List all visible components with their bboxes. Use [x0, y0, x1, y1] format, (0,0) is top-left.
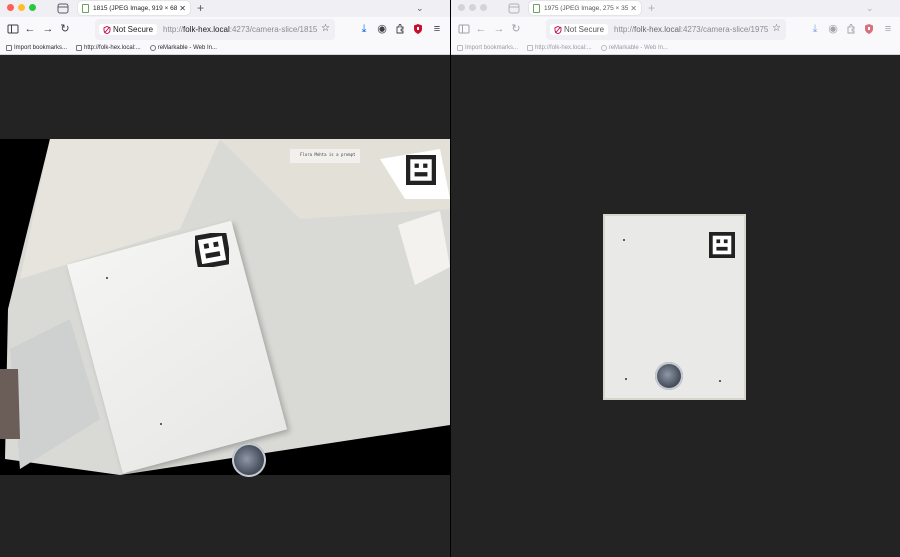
firefox-view-icon[interactable]	[508, 3, 520, 14]
not-secure-badge[interactable]: Not Secure	[99, 24, 158, 35]
minimize-window-button[interactable]	[18, 4, 25, 11]
bookmark-star-icon[interactable]: ☆	[772, 23, 781, 34]
sidebar-icon[interactable]	[7, 23, 19, 35]
chevron-down-icon[interactable]: ⌄	[416, 3, 424, 14]
broken-shield-icon	[554, 25, 562, 34]
bookmark-folk-hex[interactable]: http://folk-hex.local:...	[76, 45, 141, 51]
marker-dot	[106, 277, 108, 279]
note-text: Flora Mehta is a prompt	[300, 152, 356, 157]
image-file-icon	[82, 3, 89, 13]
image-viewport	[451, 55, 900, 557]
cup-object	[655, 362, 683, 390]
download-icon[interactable]: ⤓	[809, 23, 821, 35]
browser-window-1815: 1815 (JPEG Image, 919 × 686 p ✕ + ⌄ ← → …	[0, 0, 450, 557]
address-bar[interactable]: Not Secure http://folk-hex.local:4273/ca…	[546, 19, 786, 40]
close-window-button[interactable]	[7, 4, 14, 11]
bookmarks-toolbar: Import bookmarks... http://folk-hex.loca…	[451, 42, 900, 55]
forward-icon[interactable]: →	[493, 23, 505, 35]
apriltag-icon	[406, 155, 436, 185]
not-secure-badge[interactable]: Not Secure	[550, 24, 609, 35]
bookmark-import[interactable]: Import bookmarks...	[6, 45, 67, 51]
tab-title: 1975 (JPEG Image, 275 × 359 p	[544, 4, 629, 12]
marker-dot	[719, 380, 721, 382]
extensions-icon[interactable]	[845, 23, 857, 35]
account-icon[interactable]: ◉	[376, 23, 388, 35]
marker-dot	[160, 423, 162, 425]
navigation-toolbar: ← → ↻ Not Secure http://folk-hex.local:4…	[451, 17, 900, 42]
not-secure-label: Not Secure	[564, 25, 605, 34]
minimize-window-button[interactable]	[469, 4, 476, 11]
shield-icon[interactable]	[412, 23, 424, 35]
marker-dot	[623, 239, 625, 241]
import-icon	[6, 45, 12, 51]
bookmark-star-icon[interactable]: ☆	[321, 23, 330, 34]
close-tab-icon[interactable]: ✕	[179, 4, 186, 13]
globe-icon	[149, 45, 156, 51]
zoom-window-button[interactable]	[29, 4, 36, 11]
url-text: http://folk-hex.local:4273/camera-slice/…	[614, 25, 769, 34]
marker-dot	[625, 378, 627, 380]
chevron-down-icon[interactable]: ⌄	[866, 3, 874, 14]
zoom-window-button[interactable]	[480, 4, 487, 11]
tab-1975[interactable]: 1975 (JPEG Image, 275 × 359 p ✕	[529, 1, 641, 15]
bookmark-remarkable[interactable]: reMarkable - Web In...	[600, 45, 668, 51]
import-icon	[457, 45, 463, 51]
download-icon[interactable]: ⤓	[358, 23, 370, 35]
firefox-view-icon[interactable]	[57, 3, 69, 14]
browser-window-1975: 1975 (JPEG Image, 275 × 359 p ✕ + ⌄ ← → …	[451, 0, 900, 557]
window-controls	[458, 4, 487, 11]
tab-title: 1815 (JPEG Image, 919 × 686 p	[93, 4, 178, 12]
shield-icon[interactable]	[863, 23, 875, 35]
close-window-button[interactable]	[458, 4, 465, 11]
new-tab-icon[interactable]: +	[197, 1, 204, 15]
menu-icon[interactable]: ≡	[431, 23, 443, 35]
tab-1815[interactable]: 1815 (JPEG Image, 919 × 686 p ✕	[78, 1, 190, 15]
navigation-toolbar: ← → ↻ Not Secure http://folk-hex.local:4…	[0, 17, 450, 42]
bookmark-folk-hex[interactable]: http://folk-hex.local:...	[527, 45, 592, 51]
account-icon[interactable]: ◉	[827, 23, 839, 35]
tab-bar: 1975 (JPEG Image, 275 × 359 p ✕ + ⌄	[451, 0, 900, 17]
sidebar-icon[interactable]	[458, 23, 470, 35]
apriltag-icon	[195, 233, 229, 267]
menu-icon[interactable]: ≡	[882, 23, 894, 35]
page-icon	[527, 45, 534, 51]
camera-slice-image-1975	[603, 214, 746, 400]
new-tab-icon[interactable]: +	[648, 1, 655, 15]
camera-slice-image-1815: Flora Mehta is a prompt	[0, 139, 450, 482]
not-secure-label: Not Secure	[113, 25, 154, 34]
bookmark-remarkable[interactable]: reMarkable - Web In...	[149, 45, 217, 51]
image-file-icon	[533, 3, 540, 13]
back-icon[interactable]: ←	[475, 23, 487, 35]
close-tab-icon[interactable]: ✕	[630, 4, 637, 13]
window-controls	[7, 4, 36, 11]
extensions-icon[interactable]	[394, 23, 406, 35]
page-icon	[76, 45, 83, 51]
apriltag-icon	[709, 232, 735, 258]
reload-icon[interactable]: ↻	[510, 23, 522, 35]
tab-bar: 1815 (JPEG Image, 919 × 686 p ✕ + ⌄	[0, 0, 450, 17]
bookmark-import[interactable]: Import bookmarks...	[457, 45, 518, 51]
back-icon[interactable]: ←	[24, 23, 36, 35]
reload-icon[interactable]: ↻	[59, 23, 71, 35]
address-bar[interactable]: Not Secure http://folk-hex.local:4273/ca…	[95, 19, 335, 40]
url-text: http://folk-hex.local:4273/camera-slice/…	[163, 25, 318, 34]
forward-icon[interactable]: →	[42, 23, 54, 35]
bookmarks-toolbar: Import bookmarks... http://folk-hex.loca…	[0, 42, 450, 55]
globe-icon	[600, 45, 607, 51]
broken-shield-icon	[103, 25, 111, 34]
image-viewport: Flora Mehta is a prompt	[0, 55, 450, 557]
